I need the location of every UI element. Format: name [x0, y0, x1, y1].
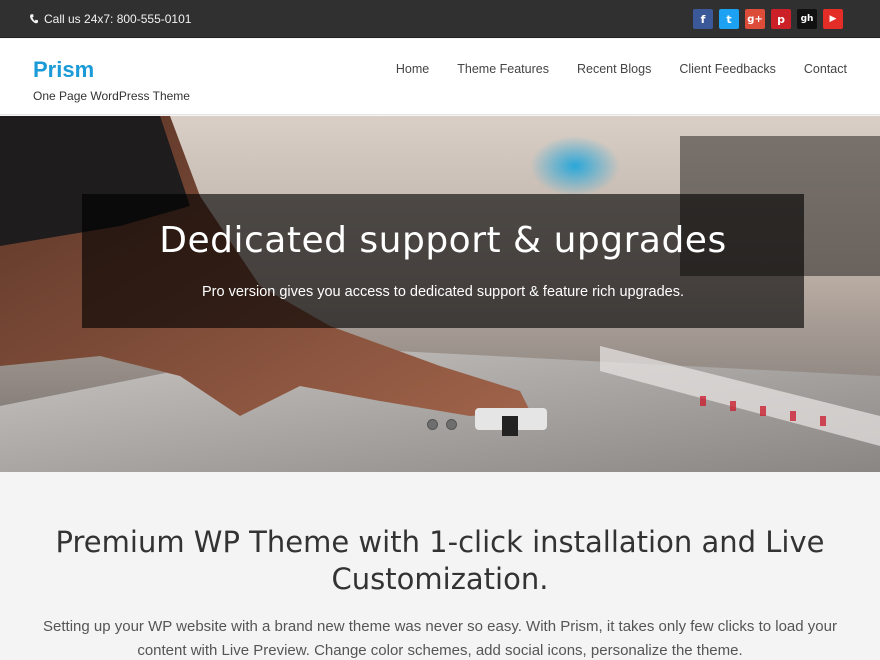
pinterest-icon[interactable]: p [771, 9, 791, 29]
youtube-icon[interactable]: ▶ [823, 9, 843, 29]
social-links: f t g+ p gh ▶ [693, 9, 843, 29]
slider-pagination [427, 419, 457, 430]
slider-dot-1[interactable] [427, 419, 438, 430]
phone-info: Call us 24x7: 800-555-0101 [30, 12, 191, 26]
nav-item-theme-features[interactable]: Theme Features [429, 62, 549, 76]
site-header: Prism One Page WordPress Theme Home Them… [0, 39, 880, 115]
github-icon[interactable]: gh [797, 9, 817, 29]
twitter-icon[interactable]: t [719, 9, 739, 29]
top-bar: Call us 24x7: 800-555-0101 f t g+ p gh ▶ [0, 0, 880, 38]
nav-item-home[interactable]: Home [368, 62, 429, 76]
hero-subtitle: Pro version gives you access to dedicate… [202, 284, 684, 300]
facebook-icon[interactable]: f [693, 9, 713, 29]
slider-dot-2[interactable] [446, 419, 457, 430]
nav-item-contact[interactable]: Contact [776, 62, 847, 76]
hero-caption: Dedicated support & upgrades Pro version… [82, 194, 804, 328]
main-nav: Home Theme Features Recent Blogs Client … [368, 62, 847, 76]
phone-icon [30, 14, 38, 24]
intro-text: Setting up your WP website with a brand … [43, 618, 837, 659]
nav-item-recent-blogs[interactable]: Recent Blogs [549, 62, 651, 76]
google-plus-icon[interactable]: g+ [745, 9, 765, 29]
site-title[interactable]: Prism [33, 57, 94, 83]
hero-slider: Dedicated support & upgrades Pro version… [0, 116, 880, 472]
intro-section: Premium WP Theme with 1-click installati… [0, 472, 880, 660]
hero-title: Dedicated support & upgrades [159, 220, 727, 261]
intro-heading: Premium WP Theme with 1-click installati… [55, 525, 825, 596]
nav-item-client-feedbacks[interactable]: Client Feedbacks [651, 62, 776, 76]
site-tagline: One Page WordPress Theme [33, 89, 190, 103]
phone-text: Call us 24x7: 800-555-0101 [44, 12, 192, 26]
